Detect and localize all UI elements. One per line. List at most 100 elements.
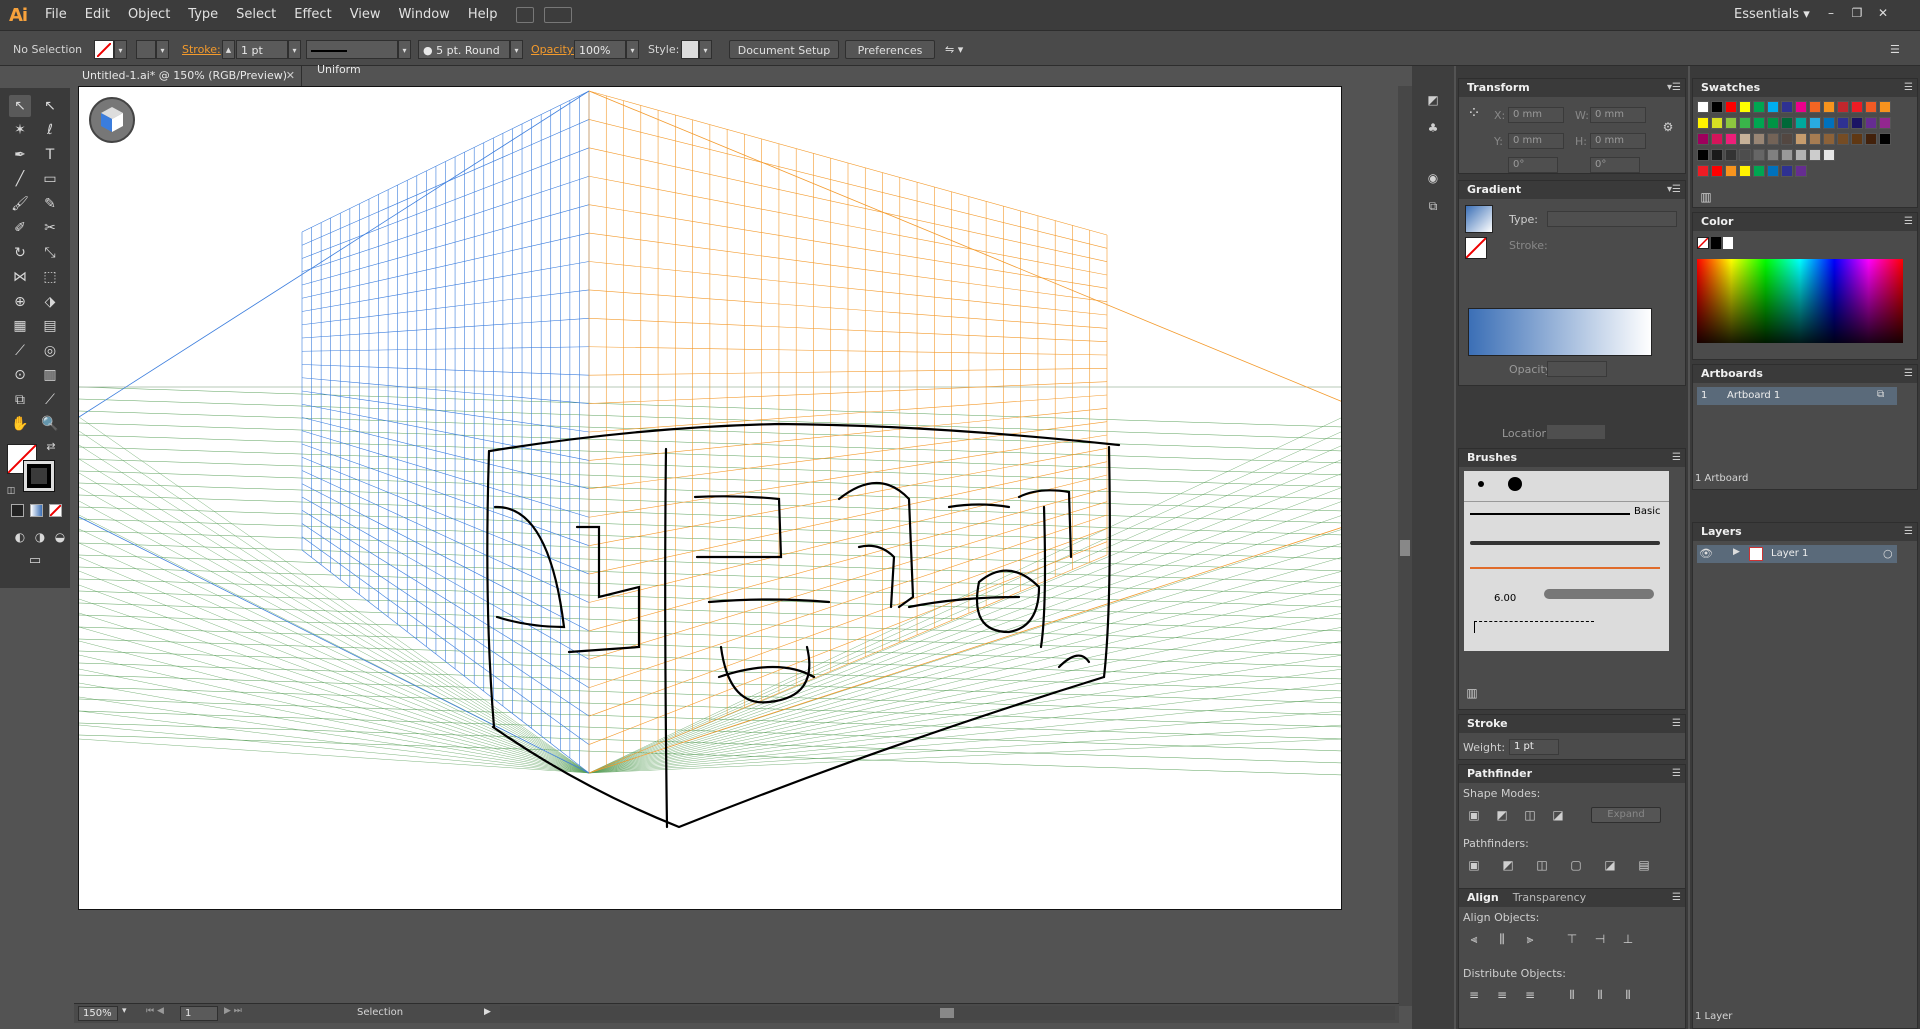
swatch[interactable] [1739, 133, 1751, 145]
gradient-thumbnail[interactable] [1465, 205, 1493, 233]
none-mode-icon[interactable] [49, 504, 62, 517]
constrain-proportions-icon[interactable]: ⚙ [1659, 119, 1677, 135]
brush-bristle[interactable] [1544, 589, 1654, 599]
swatch[interactable] [1837, 117, 1849, 129]
swatch[interactable] [1711, 117, 1723, 129]
brush-definition[interactable]: ● 5 pt. Round [418, 40, 510, 59]
stroke-title[interactable]: Stroke ☰ [1459, 715, 1685, 733]
stroke-weight-field[interactable]: 1 pt [236, 40, 288, 59]
align-top-icon[interactable]: ⊤ [1563, 931, 1581, 947]
stroke-weight-dropdown[interactable]: ▾ [288, 40, 301, 59]
opacity-field[interactable]: 100% [574, 40, 626, 59]
shear-field[interactable]: 0° [1590, 157, 1640, 173]
swatch[interactable] [1879, 101, 1891, 113]
swatch[interactable] [1823, 149, 1835, 161]
swatch[interactable] [1725, 117, 1737, 129]
close-icon[interactable]: ✕ [1874, 5, 1892, 21]
swatch[interactable] [1809, 133, 1821, 145]
gradient-location-field[interactable] [1546, 424, 1606, 440]
color-spectrum[interactable] [1697, 259, 1903, 343]
zoom-field[interactable]: 150% [78, 1006, 118, 1021]
swatch[interactable] [1809, 149, 1821, 161]
swatch[interactable] [1809, 117, 1821, 129]
swatch[interactable] [1697, 149, 1709, 161]
swatch[interactable] [1767, 133, 1779, 145]
menu-file[interactable]: File [36, 0, 76, 30]
pen-tool-icon[interactable]: ✒ [9, 144, 31, 166]
menu-effect[interactable]: Effect [285, 0, 340, 30]
selection-tool-icon[interactable]: ↖ [9, 95, 31, 117]
draw-inside-icon[interactable]: ◒ [49, 526, 71, 548]
swatch[interactable] [1697, 165, 1709, 177]
pencil-tool-icon[interactable]: ✎ [39, 193, 61, 215]
gradient-stroke-swatch[interactable] [1465, 237, 1487, 259]
divide-icon[interactable]: ▣ [1465, 857, 1483, 873]
color-black-swatch[interactable] [1711, 237, 1721, 249]
stroke-color-box[interactable] [23, 460, 55, 492]
swatch[interactable] [1837, 101, 1849, 113]
brush-dot-small[interactable] [1478, 481, 1484, 487]
align-left-icon[interactable]: ⫷ [1465, 931, 1483, 947]
distribute-right-icon[interactable]: ⦀ [1619, 987, 1637, 1003]
arrange-documents-icon[interactable] [544, 7, 573, 23]
variable-width-profile[interactable]: Uniform [306, 40, 398, 76]
default-colors-icon[interactable]: ◫ [4, 484, 18, 498]
swatch[interactable] [1851, 133, 1863, 145]
menu-type[interactable]: Type [179, 0, 227, 30]
swatch[interactable] [1781, 117, 1793, 129]
swatch[interactable] [1795, 133, 1807, 145]
swatch[interactable] [1823, 101, 1835, 113]
scale-tool-icon[interactable]: ⤡ [39, 242, 61, 264]
status-menu-icon[interactable]: ▶ [484, 1007, 491, 1017]
magic-wand-tool-icon[interactable]: ✶ [9, 119, 31, 141]
align-right-icon[interactable]: ⫸ [1521, 931, 1539, 947]
color-white-swatch[interactable] [1723, 237, 1733, 249]
swatch[interactable] [1725, 165, 1737, 177]
artboard[interactable] [78, 86, 1342, 910]
swatch[interactable] [1697, 133, 1709, 145]
transform-title[interactable]: Transform ▾☰ [1459, 79, 1685, 97]
preferences-button[interactable]: Preferences [845, 40, 935, 59]
arrange-icon[interactable]: ⇋ ▾ [945, 40, 963, 59]
swatch[interactable] [1711, 101, 1723, 113]
swatch[interactable] [1795, 165, 1807, 177]
gradient-title[interactable]: Gradient ▾☰ [1459, 181, 1685, 199]
swatch[interactable] [1739, 149, 1751, 161]
menu-edit[interactable]: Edit [76, 0, 119, 30]
type-dropdown[interactable] [1547, 211, 1677, 227]
visibility-icon[interactable]: 👁 [1699, 547, 1713, 560]
swatch[interactable] [1781, 149, 1793, 161]
swatch[interactable] [1767, 101, 1779, 113]
swatch[interactable] [1809, 101, 1821, 113]
bridge-icon[interactable] [516, 7, 535, 23]
document-tab[interactable]: Untitled-1.ai* @ 150% (RGB/Preview) ✕ [74, 66, 302, 86]
swatch[interactable] [1851, 101, 1863, 113]
line-tool-icon[interactable]: ╱ [9, 168, 31, 190]
swatch-libraries-icon[interactable]: ▥ [1697, 189, 1715, 205]
swatch[interactable] [1767, 149, 1779, 161]
fill-swatch[interactable] [94, 40, 114, 59]
menu-select[interactable]: Select [227, 0, 285, 30]
profile-dropdown[interactable]: ▾ [398, 40, 411, 59]
appearance-icon[interactable]: ⧉ [1424, 198, 1442, 214]
swatch[interactable] [1739, 165, 1751, 177]
symbols-icon[interactable]: ♣ [1424, 120, 1442, 136]
swatch[interactable] [1781, 133, 1793, 145]
draw-normal-icon[interactable]: ◐ [9, 526, 31, 548]
color-title[interactable]: Color ☰ [1693, 213, 1917, 231]
layers-title[interactable]: Layers ☰ [1693, 523, 1917, 541]
symbol-sprayer-tool-icon[interactable]: ⊙ [9, 364, 31, 386]
draw-behind-icon[interactable]: ◑ [29, 526, 51, 548]
swatches-title[interactable]: Swatches ☰ [1693, 79, 1917, 97]
layer-row[interactable]: 👁 ▶ Layer 1 ○ [1697, 545, 1897, 563]
align-tab[interactable]: Align [1467, 891, 1499, 904]
menu-object[interactable]: Object [119, 0, 179, 30]
rectangle-tool-icon[interactable]: ▭ [39, 168, 61, 190]
swatch[interactable] [1725, 149, 1737, 161]
distribute-vcenter-icon[interactable]: ≡ [1493, 987, 1511, 1003]
workspace-switcher[interactable]: Essentials ▾ [1734, 0, 1810, 30]
x-field[interactable]: 0 mm [1508, 107, 1564, 123]
control-menu-icon[interactable]: ☰ [1890, 40, 1900, 59]
gradient-tool-icon[interactable]: ▤ [39, 315, 61, 337]
rotate-tool-icon[interactable]: ↻ [9, 242, 31, 264]
